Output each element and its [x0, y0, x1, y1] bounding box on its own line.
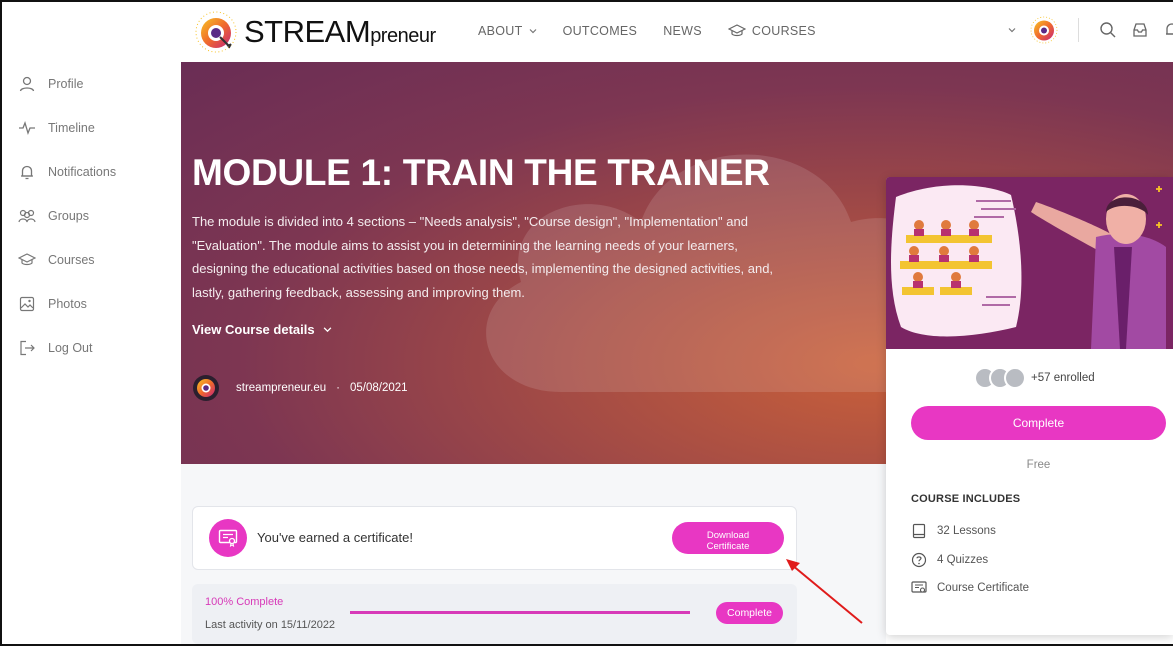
enrolled-avatars: [974, 367, 1026, 389]
sidebar-item-label: Notifications: [48, 165, 117, 179]
view-course-details-toggle[interactable]: View Course details: [192, 322, 332, 337]
user-icon: [19, 76, 35, 92]
course-author: streampreneur.eu · 05/08/2021: [192, 374, 408, 402]
header-actions: [1008, 16, 1173, 44]
progress-bar-fill: [350, 611, 690, 614]
nav-news[interactable]: NEWS: [663, 24, 702, 38]
top-header: STREAMpreneur ABOUT OUTCOMES NEWS COURSE…: [2, 2, 1173, 60]
main-nav: ABOUT OUTCOMES NEWS COURSES: [478, 24, 816, 38]
chevron-down-icon: [323, 327, 331, 333]
logout-icon: [20, 340, 35, 356]
sidebar-item-photos[interactable]: Photos: [2, 282, 180, 326]
nav-outcomes[interactable]: OUTCOMES: [563, 24, 638, 38]
course-description: The module is divided into 4 sections – …: [192, 214, 774, 300]
publish-date: 05/08/2021: [349, 382, 408, 394]
last-activity: Last activity on 15/11/2022: [205, 619, 336, 631]
book-icon: [912, 523, 926, 539]
search-icon[interactable]: [1099, 21, 1117, 39]
sidebar-item-label: Profile: [48, 77, 84, 91]
sidebar-item-label: Log Out: [48, 341, 93, 355]
sidebar-item-courses[interactable]: Courses: [2, 238, 180, 282]
includes-lessons: 32 Lessons: [911, 523, 996, 539]
certificate-message: You've earned a certificate!: [257, 530, 413, 545]
author-avatar[interactable]: [192, 374, 220, 402]
card-complete-button[interactable]: Complete: [911, 406, 1166, 440]
sidebar-item-profile[interactable]: Profile: [2, 62, 180, 106]
trainer-illustration: [886, 177, 1173, 349]
sidebar: Profile Timeline Notifications Groups Co…: [2, 62, 180, 370]
course-includes-title: COURSE INCLUDES: [911, 493, 1021, 505]
nav-about[interactable]: ABOUT: [478, 24, 537, 38]
sidebar-item-notifications[interactable]: Notifications: [2, 150, 180, 194]
inbox-icon[interactable]: [1131, 21, 1149, 39]
sidebar-item-logout[interactable]: Log Out: [2, 326, 180, 370]
avatar[interactable]: [1030, 16, 1058, 44]
annotation-arrow: [786, 559, 863, 624]
certificate-box: You've earned a certificate! Download Cer…: [192, 506, 797, 570]
sidebar-item-timeline[interactable]: Timeline: [2, 106, 180, 150]
course-progress: 100% Complete Last activity on 15/11/202…: [192, 584, 797, 644]
question-icon: [911, 552, 927, 568]
includes-quizzes: 4 Quizzes: [911, 552, 988, 568]
chevron-down-icon: [529, 29, 536, 34]
sidebar-item-label: Groups: [48, 209, 89, 223]
separator-dot: ·: [336, 382, 340, 394]
avatar: [1004, 367, 1026, 389]
sidebar-item-label: Photos: [48, 297, 87, 311]
graduation-cap-icon: [18, 253, 36, 266]
enrolled-count: +57 enrolled: [974, 367, 1095, 389]
bell-icon: [21, 165, 33, 180]
certificate-badge: [209, 519, 247, 557]
image-icon: [19, 296, 35, 312]
download-certificate-button[interactable]: Download Certificate: [672, 522, 784, 554]
nav-courses[interactable]: COURSES: [727, 24, 816, 38]
activity-icon: [19, 121, 35, 135]
course-card: +57 enrolled Complete Free COURSE INCLUD…: [886, 177, 1173, 635]
header-divider: [1078, 18, 1079, 42]
logo-icon: [195, 11, 237, 53]
bell-icon[interactable]: [1163, 21, 1173, 39]
groups-icon: [18, 209, 36, 223]
complete-button[interactable]: Complete: [716, 602, 783, 624]
graduation-cap-icon: [727, 24, 746, 37]
course-price: Free: [1026, 459, 1051, 471]
site-logo[interactable]: STREAMpreneur: [194, 10, 436, 54]
sidebar-item-groups[interactable]: Groups: [2, 194, 180, 238]
progress-percent: 100% Complete: [205, 596, 284, 608]
certificate-icon: [911, 581, 927, 593]
progress-bar: [350, 611, 690, 614]
course-thumbnail: [886, 177, 1173, 349]
chevron-down-icon[interactable]: [1008, 26, 1016, 34]
author-name[interactable]: streampreneur.eu: [236, 382, 326, 394]
sidebar-item-label: Timeline: [48, 121, 95, 135]
includes-certificate: Course Certificate: [911, 580, 1029, 596]
course-title: MODULE 1: TRAIN THE TRAINER: [192, 152, 770, 193]
certificate-icon: [218, 529, 238, 547]
logo-text: STREAMpreneur: [244, 14, 436, 49]
sidebar-item-label: Courses: [48, 253, 95, 267]
